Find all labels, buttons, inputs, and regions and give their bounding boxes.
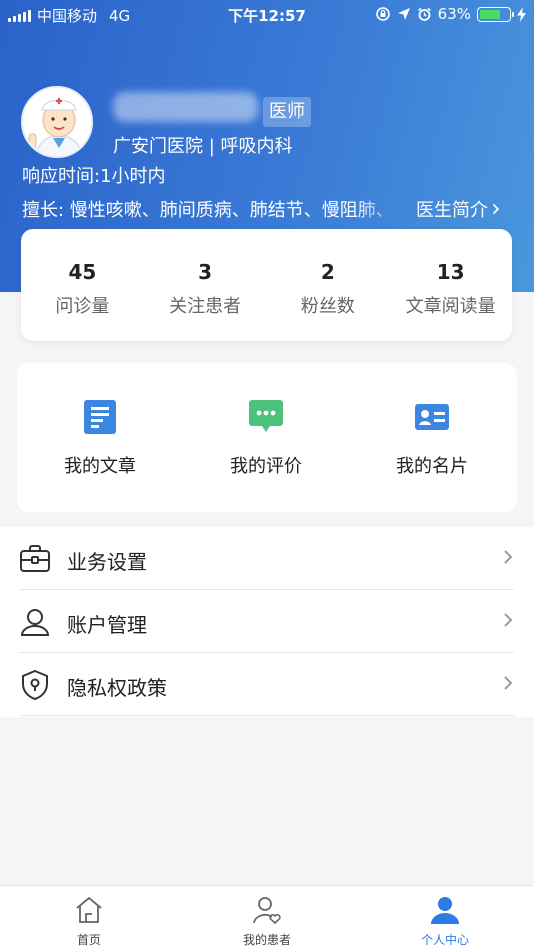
briefcase-icon [20,545,50,572]
my-articles-button[interactable]: 我的文章 [17,363,183,512]
menu-label: 隐私权政策 [67,676,167,700]
quick-actions-card: 我的文章 我的评价 我的名片 [17,363,517,512]
my-business-card-button[interactable]: 我的名片 [349,363,515,512]
location-icon [397,8,410,20]
chevron-right-icon [492,203,500,215]
hospital-department: 广安门医院 | 呼吸内科 [113,136,293,157]
menu-item-privacy-policy[interactable]: 隐私权政策 [0,653,534,716]
menu-label: 账户管理 [67,613,147,637]
stat-followed-patients[interactable]: 3 关注患者 [144,229,267,341]
shield-icon [22,669,48,701]
alarm-icon [417,7,431,21]
doctor-avatar[interactable] [21,86,93,158]
home-icon [76,896,102,923]
stat-value: 3 [198,260,213,284]
tab-label: 首页 [76,933,101,947]
divider [19,715,514,716]
response-time: 响应时间:1小时内 [22,166,166,187]
chevron-right-icon [504,613,513,627]
battery-percent: 63% [437,5,471,23]
patient-icon [253,897,281,925]
stats-card: 45 问诊量 3 关注患者 2 粉丝数 13 文章阅读量 [21,229,512,341]
stat-label: 文章阅读量 [405,296,496,317]
doctor-intro-label: 医生简介 [416,200,488,221]
tab-label: 我的患者 [242,933,291,947]
orientation-lock-icon [375,7,390,21]
user-icon [20,609,50,636]
settings-menu: 业务设置 账户管理 隐私权政策 [0,527,534,717]
stat-label: 关注患者 [169,296,242,317]
my-reviews-button[interactable]: 我的评价 [183,363,349,512]
my-reviews-label: 我的评价 [230,456,302,477]
stat-value: 2 [320,260,335,284]
chevron-right-icon [504,550,513,564]
menu-label: 业务设置 [67,550,147,574]
stat-value: 45 [68,260,97,284]
my-business-card-label: 我的名片 [396,456,468,477]
stat-label: 粉丝数 [300,296,355,317]
bottom-tab-bar: 首页 我的患者 个人中心 [0,885,534,950]
menu-item-business-settings[interactable]: 业务设置 [0,527,534,590]
doctor-title-badge: 医师 [263,97,311,127]
charging-icon [517,6,526,22]
status-bar: 中国移动 4G 下午12:57 63% [0,0,534,28]
specialty-text: 擅长: 慢性咳嗽、肺间质病、肺结节、慢阻肺、 [22,200,394,221]
menu-item-account-management[interactable]: 账户管理 [0,590,534,653]
doctor-name-redacted [113,92,258,122]
my-articles-label: 我的文章 [64,456,136,477]
article-icon [84,400,116,434]
stat-article-reads[interactable]: 13 文章阅读量 [389,229,512,341]
battery-icon [477,6,514,22]
profile-icon [431,897,459,924]
tab-label: 个人中心 [420,933,469,947]
doctor-intro-link[interactable]: 医生简介 [416,196,500,222]
tab-my-patients[interactable]: 我的患者 [178,886,356,950]
business-card-icon [415,404,449,430]
tab-home[interactable]: 首页 [0,886,178,950]
tab-personal-center[interactable]: 个人中心 [356,886,534,950]
stat-value: 13 [436,260,465,284]
stat-consultations[interactable]: 45 问诊量 [21,229,144,341]
review-icon [249,400,283,432]
stat-fans[interactable]: 2 粉丝数 [267,229,390,341]
stat-label: 问诊量 [55,296,110,317]
chevron-right-icon [504,676,513,690]
